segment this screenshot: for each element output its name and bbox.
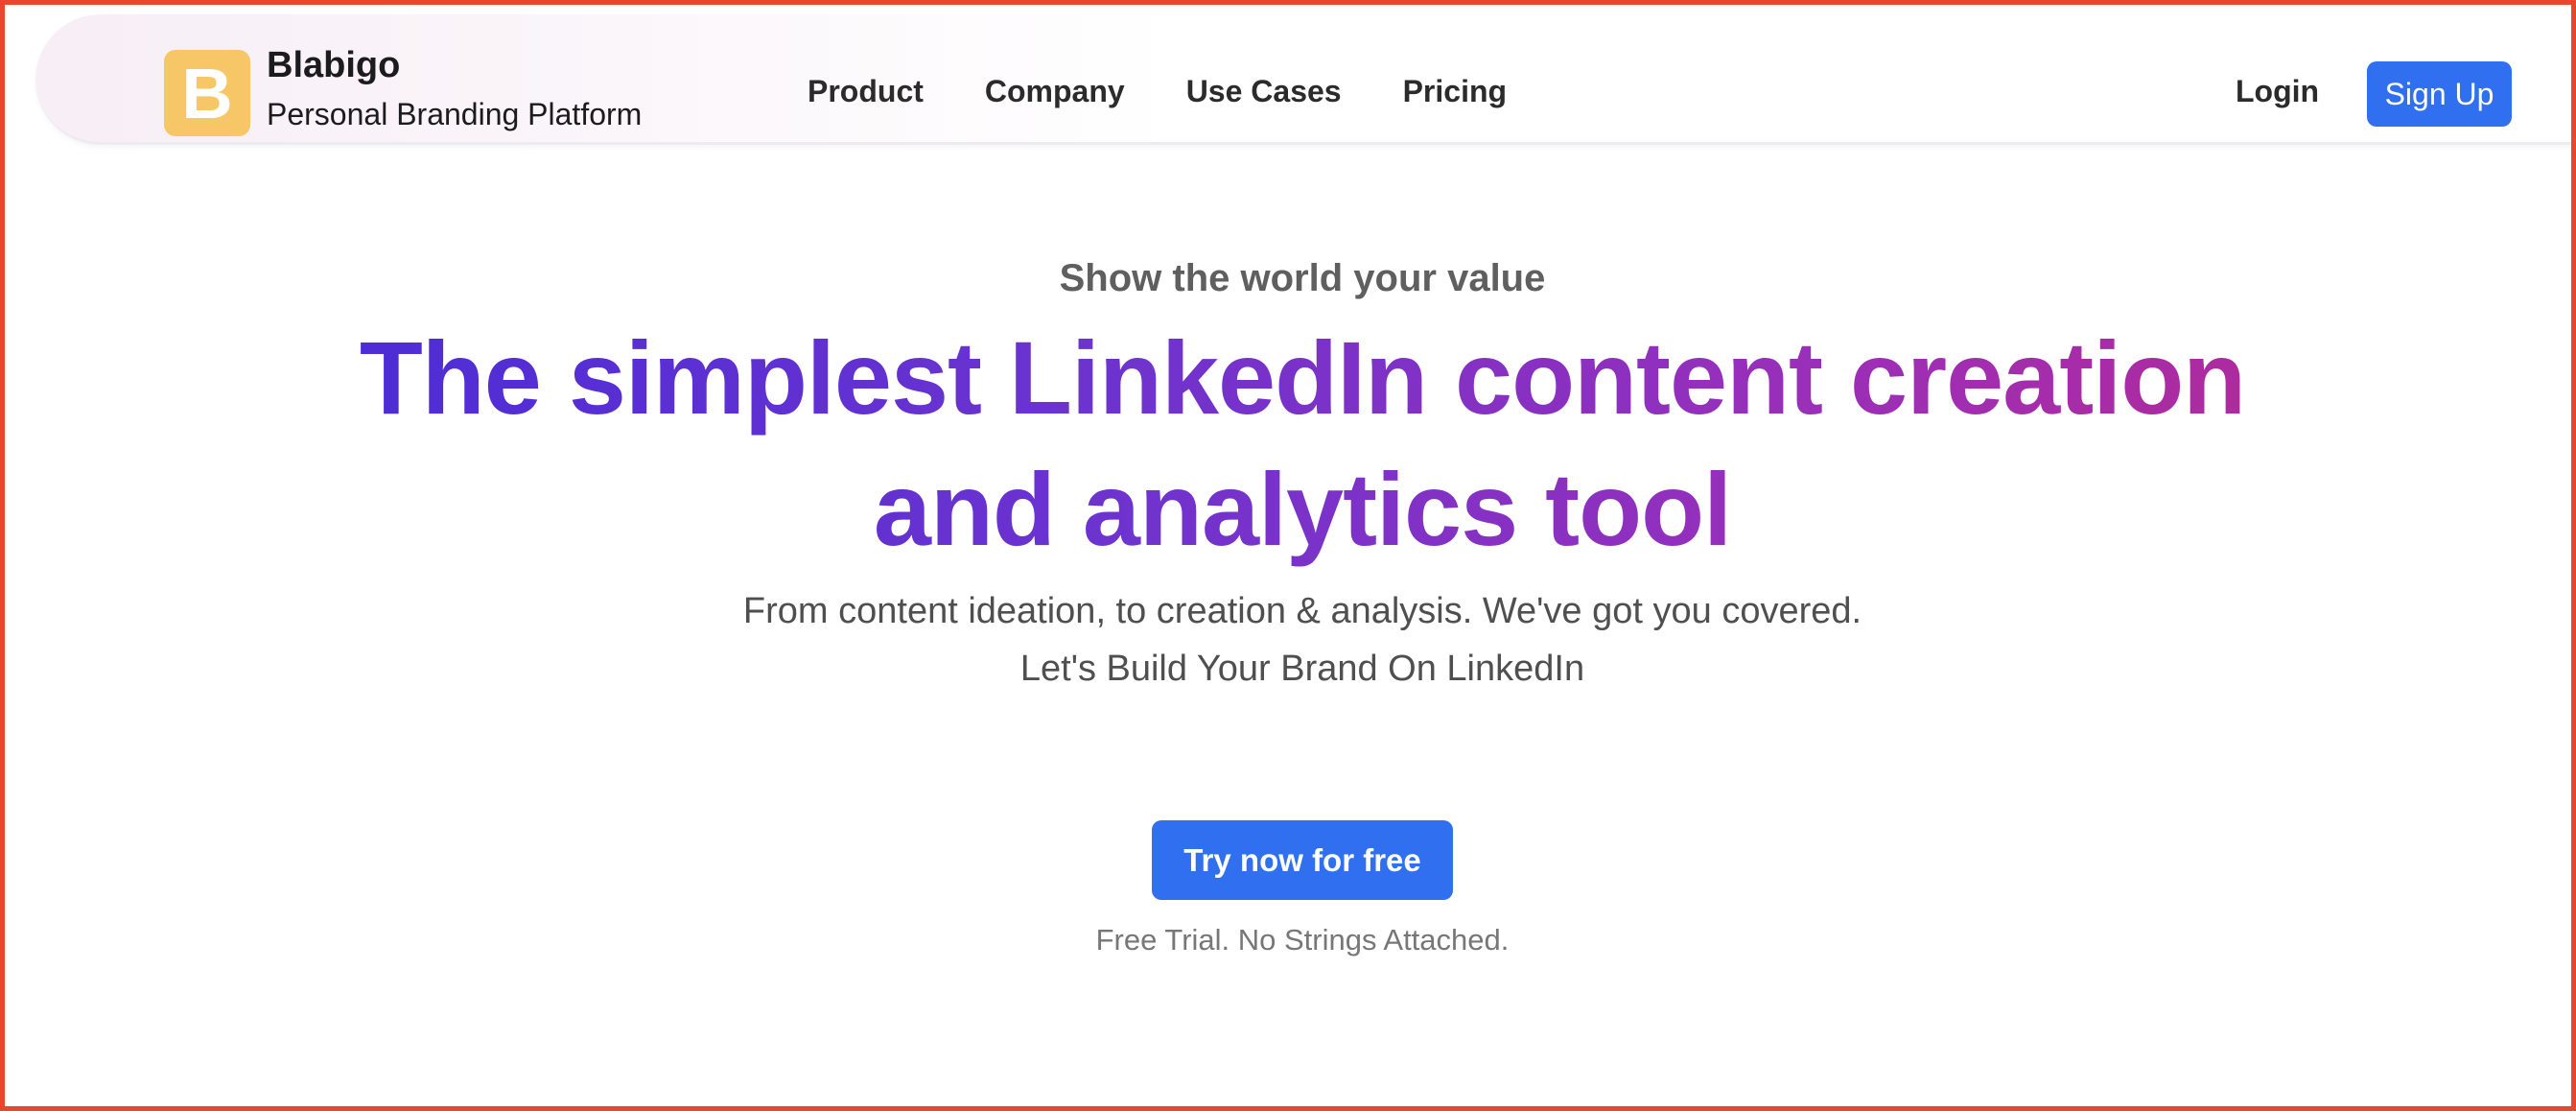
primary-nav: Product Company Use Cases Pricing [808, 74, 1507, 109]
hero-subline-1: From content ideation, to creation & ana… [742, 591, 1862, 631]
nav-item-product[interactable]: Product [808, 74, 924, 109]
hero-headline-line2: and analytics tool [873, 451, 1732, 567]
nav-item-use-cases[interactable]: Use Cases [1186, 74, 1342, 109]
nav-item-pricing[interactable]: Pricing [1403, 74, 1507, 109]
try-free-button[interactable]: Try now for free [1152, 820, 1453, 900]
hero-subline-2: Let's Build Your Brand On LinkedIn [1019, 649, 1585, 689]
cta-note: Free Trial. No Strings Attached. [1095, 923, 1510, 957]
hero-headline: The simplest LinkedIn content creation a… [288, 312, 2317, 575]
brand-name[interactable]: Blabigo [267, 45, 400, 86]
hero-eyebrow: Show the world your value [1059, 257, 1546, 299]
login-link[interactable]: Login [2236, 74, 2319, 109]
top-navbar: B Blabigo Personal Branding Platform Pro… [35, 14, 2576, 145]
signup-button[interactable]: Sign Up [2367, 61, 2512, 127]
hero-headline-line1: The simplest LinkedIn content creation [359, 319, 2246, 436]
brand-logo[interactable]: B [164, 50, 250, 136]
nav-item-company[interactable]: Company [985, 74, 1125, 109]
brand-tagline: Personal Branding Platform [267, 97, 643, 131]
